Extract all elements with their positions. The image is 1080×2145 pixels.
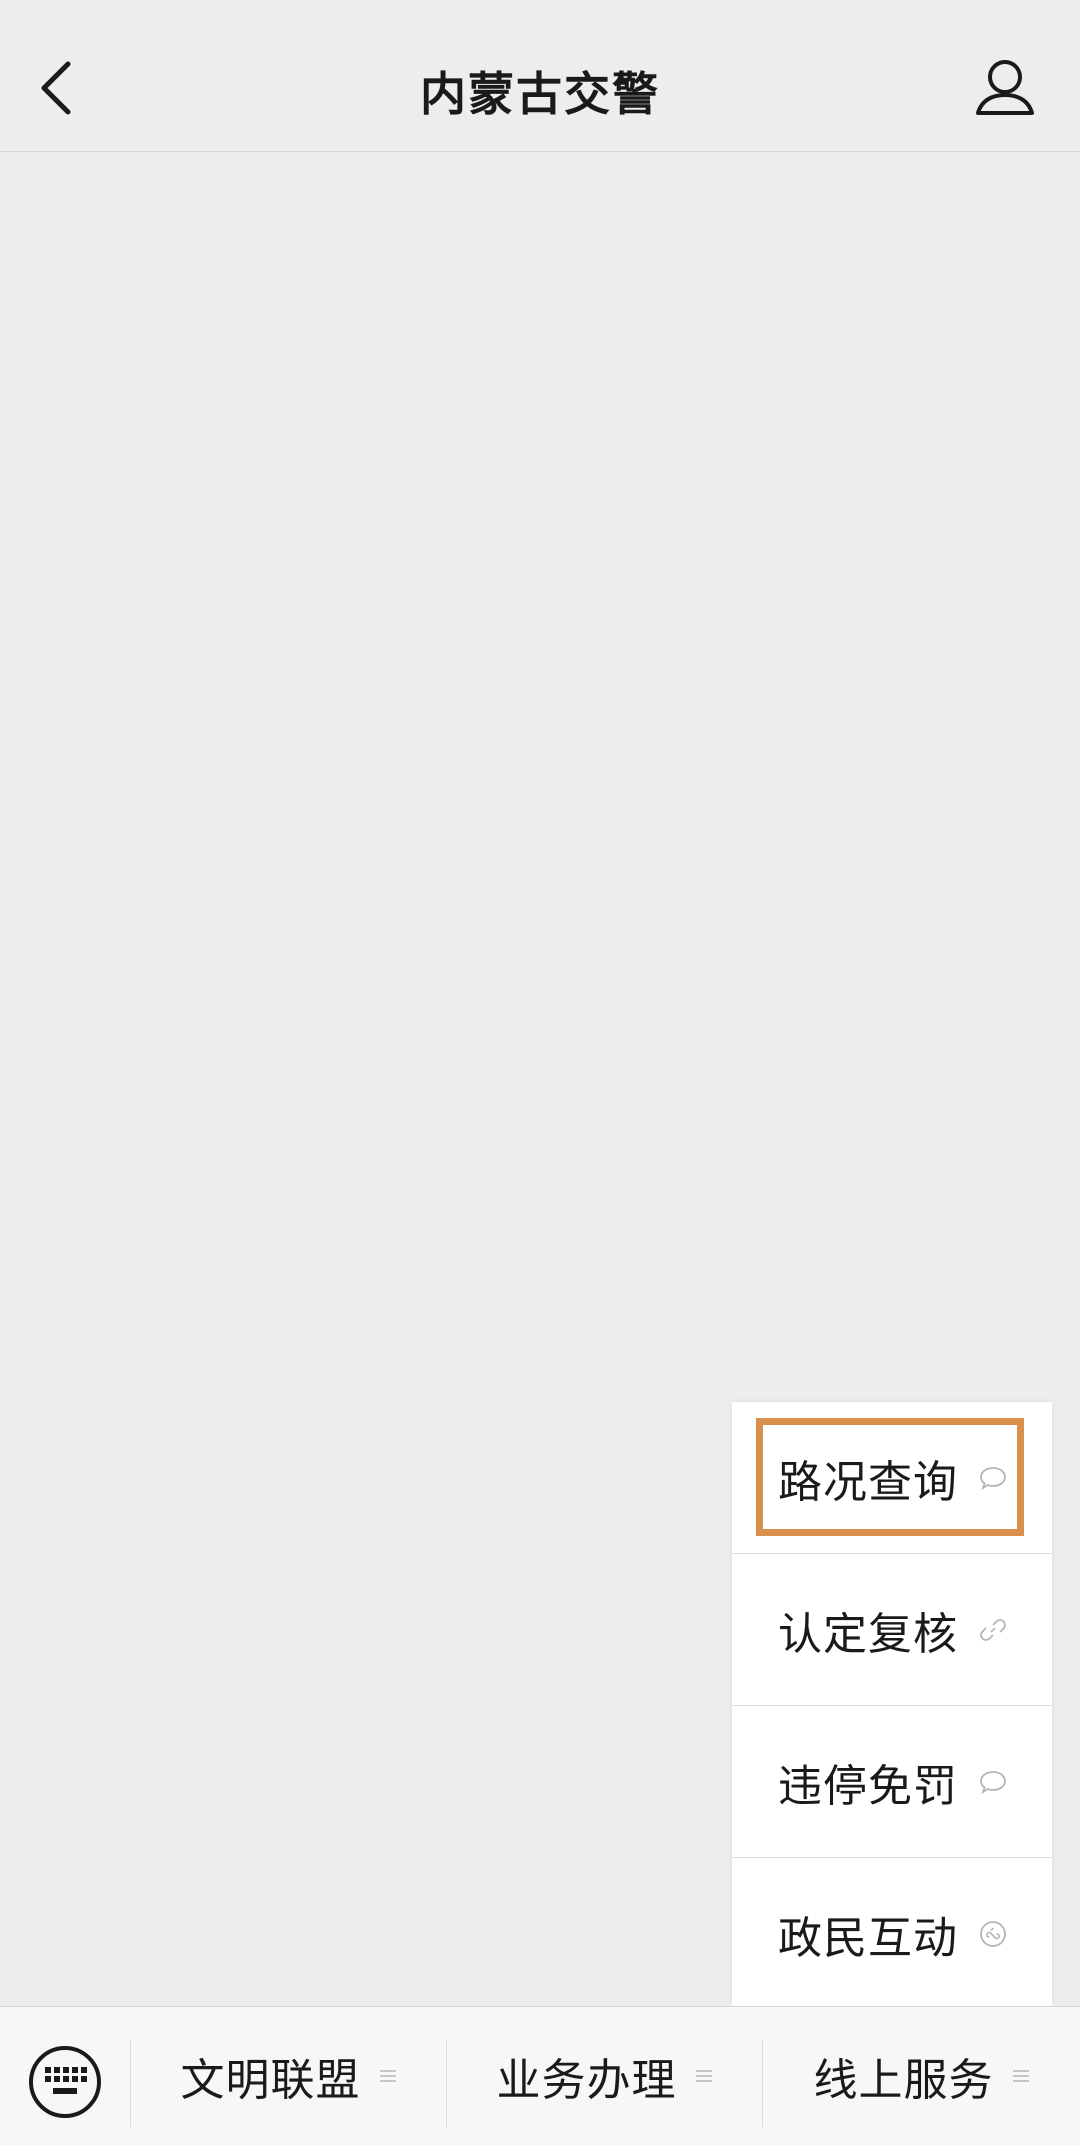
- submenu-item-label: 政民互动: [778, 1913, 958, 1964]
- bottom-menu-bar: 文明联盟 业务办理 线上服务: [0, 2006, 1080, 2145]
- menu-item-business[interactable]: 业务办理: [447, 2007, 762, 2145]
- person-icon: [976, 60, 1034, 115]
- keyboard-icon: [29, 2046, 101, 2118]
- page-title: 内蒙古交警: [420, 67, 660, 121]
- menu-lines-icon: [1012, 2070, 1029, 2082]
- profile-button[interactable]: [970, 55, 1040, 125]
- mini-program-icon: [980, 1921, 1006, 1947]
- submenu-popup: 路况查询 认定复核 违停免罚 政民互动: [732, 1402, 1052, 2006]
- submenu-item-interaction[interactable]: 政民互动: [732, 1858, 1052, 2010]
- submenu-item-parking-exemption[interactable]: 违停免罚: [732, 1706, 1052, 1858]
- submenu-item-label: 路况查询: [778, 1456, 958, 1508]
- menu-item-label: 线上服务: [813, 2055, 994, 2106]
- menu-item-online-services[interactable]: 线上服务: [763, 2007, 1080, 2145]
- menu-item-civility-alliance[interactable]: 文明联盟: [131, 2007, 446, 2145]
- menu-item-label: 业务办理: [496, 2055, 677, 2106]
- submenu-item-label: 违停免罚: [778, 1760, 958, 1812]
- submenu-item-road-conditions[interactable]: 路况查询: [732, 1402, 1052, 1554]
- chat-bubble-icon: [980, 1466, 1006, 1490]
- submenu-item-label: 认定复核: [778, 1608, 958, 1660]
- top-nav-bar: 内蒙古交警: [0, 0, 1080, 152]
- menu-item-label: 文明联盟: [180, 2055, 361, 2106]
- menu-lines-icon: [379, 2070, 396, 2082]
- menu-lines-icon: [695, 2070, 712, 2082]
- keyboard-toggle-button[interactable]: [0, 2007, 130, 2145]
- link-icon: [980, 1618, 1006, 1641]
- chat-bubble-icon: [980, 1770, 1006, 1794]
- submenu-item-review[interactable]: 认定复核: [732, 1554, 1052, 1706]
